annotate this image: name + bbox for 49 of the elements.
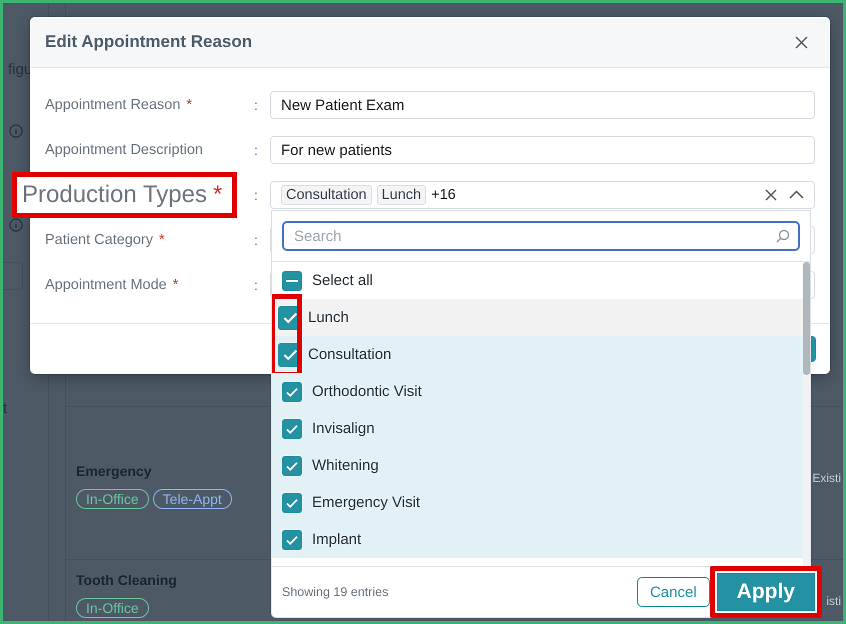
selected-chip: Consultation: [281, 185, 372, 205]
search-input[interactable]: Search: [292, 226, 776, 246]
cancel-button[interactable]: Cancel: [636, 577, 710, 607]
option-item[interactable]: Implant: [272, 521, 803, 558]
close-icon[interactable]: [793, 34, 810, 50]
text-field[interactable]: New Patient Exam: [270, 91, 815, 119]
checkbox[interactable]: [282, 382, 302, 402]
table-cell-text: isti: [826, 593, 842, 610]
more-count: +16: [431, 187, 457, 203]
checkbox[interactable]: [282, 418, 302, 438]
field-label: Production Types *: [12, 172, 238, 218]
search-icon: [776, 229, 790, 243]
apply-button[interactable]: Apply: [710, 566, 822, 618]
colon: :: [254, 142, 259, 158]
dialog-title: Edit Appointment Reason: [45, 32, 252, 52]
option-item[interactable]: Consultation: [272, 336, 803, 373]
checkbox[interactable]: [282, 456, 302, 476]
field-label: Appointment Reason *: [45, 97, 192, 113]
mode-tag: Tele-Appt: [152, 489, 232, 509]
colon: :: [254, 187, 259, 203]
search-field[interactable]: Search: [282, 221, 800, 251]
multi-select-field[interactable]: Consultation Lunch +16: [270, 181, 815, 209]
text-field[interactable]: For new patients: [270, 136, 815, 164]
option-item[interactable]: Whitening: [272, 447, 803, 484]
checkbox[interactable]: [282, 492, 302, 512]
mode-tag: In-Office: [76, 489, 149, 509]
info-icon: [9, 124, 23, 138]
field-label: Appointment Description: [45, 142, 203, 158]
entries-count: Showing 19 entries: [282, 585, 388, 599]
scrollbar[interactable]: [803, 262, 810, 566]
option-item[interactable]: Invisalign: [272, 410, 803, 447]
option-item[interactable]: Emergency Visit: [272, 484, 803, 521]
info-icon: [9, 218, 23, 232]
clear-icon[interactable]: [764, 188, 778, 202]
selected-chip: Lunch: [376, 185, 426, 205]
row-title: Emergency: [76, 463, 152, 479]
minus-icon: [286, 280, 298, 282]
field-label: Patient Category *: [45, 232, 165, 248]
mode-tag: In-Office: [76, 598, 149, 618]
colon: :: [254, 97, 259, 113]
checkbox[interactable]: [282, 530, 302, 550]
chevron-up-icon[interactable]: [789, 190, 804, 200]
row-title: Tooth Cleaning: [76, 572, 177, 588]
field-label: Appointment Mode *: [45, 277, 178, 293]
colon: :: [254, 232, 259, 248]
table-cell-text: Existi: [812, 470, 842, 487]
checkbox[interactable]: [282, 270, 302, 290]
option-item[interactable]: Orthodontic Visit: [272, 373, 803, 410]
colon: :: [254, 277, 259, 293]
